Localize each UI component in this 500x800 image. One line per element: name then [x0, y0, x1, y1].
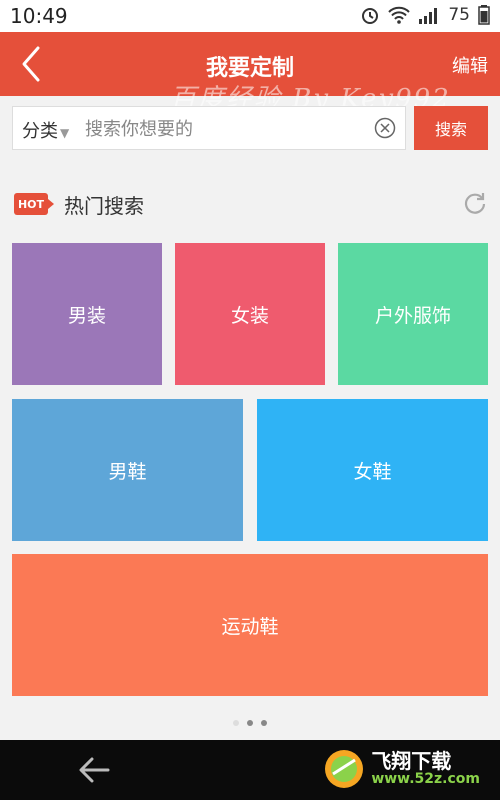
category-label: 分类 [22, 121, 58, 142]
wifi-icon [388, 6, 411, 24]
search-button[interactable]: 搜索 [414, 106, 488, 150]
tile-mens-shoes[interactable]: 男鞋 [12, 399, 243, 541]
tile-womens-clothing[interactable]: 女装 [175, 243, 325, 385]
nav-back-arrow-icon[interactable] [76, 754, 112, 786]
hot-badge: HOT [14, 193, 54, 215]
tile-mens-clothing[interactable]: 男装 [12, 243, 162, 385]
status-time: 10:49 [10, 4, 68, 28]
page-dot[interactable] [233, 720, 239, 726]
brand-url: www.52z.com [371, 771, 480, 788]
brand-name: 飞翔下载 [371, 749, 452, 774]
brand-watermark: 飞翔下载 www.52z.com [323, 748, 480, 790]
status-icons: 75 [360, 5, 490, 25]
tile-womens-shoes[interactable]: 女鞋 [257, 399, 488, 541]
page-indicator [0, 720, 500, 726]
search-bar: 分类 ▼ [12, 106, 406, 150]
category-dropdown[interactable]: 分类 ▼ [22, 117, 69, 143]
battery-icon [478, 5, 490, 25]
signal-icon [419, 8, 438, 24]
brand-logo-icon [325, 750, 364, 788]
battery-level: 75 [448, 5, 470, 25]
page-dot[interactable] [261, 720, 267, 726]
status-bar: 10:49 75 [0, 0, 500, 32]
edit-button[interactable]: 编辑 [452, 52, 488, 78]
alarm-icon [362, 8, 379, 24]
page-dot[interactable] [247, 720, 253, 726]
system-nav-bar: 飞翔下载 www.52z.com [0, 740, 500, 800]
refresh-icon[interactable] [462, 190, 488, 216]
clear-icon[interactable] [374, 117, 396, 139]
tile-outdoor-apparel[interactable]: 户外服饰 [338, 243, 488, 385]
tile-sports-shoes[interactable]: 运动鞋 [12, 554, 488, 696]
search-input[interactable] [83, 115, 377, 143]
section-title: 热门搜索 [64, 194, 144, 218]
dropdown-arrow-icon: ▼ [60, 126, 70, 140]
